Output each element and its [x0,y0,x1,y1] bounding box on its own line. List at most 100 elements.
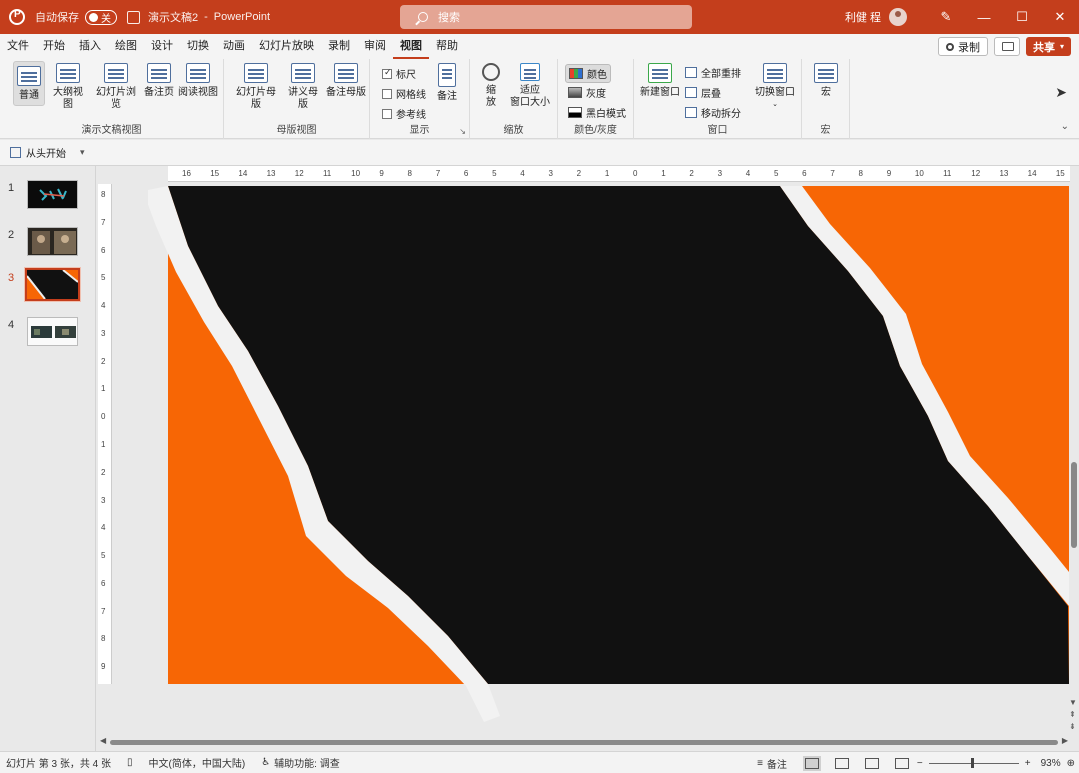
guides-checkbox[interactable]: 参考线 [382,106,426,121]
language-indicator[interactable]: 中文(简体，中国大陆) [149,755,246,770]
tab-record[interactable]: 录制 [321,34,357,59]
record-button[interactable]: 录制 [937,37,988,56]
color-button[interactable]: 颜色 [565,64,611,83]
slide-sorter-label: 幻灯片浏览 [96,87,136,110]
slide-thumbnail-1[interactable] [27,180,78,209]
switch-window-button[interactable]: 切换窗口 ⌄ [754,63,796,111]
dialog-launcher-icon[interactable]: ↘ [459,127,466,136]
thumbnail-item[interactable]: 4 [0,317,96,351]
tab-home[interactable]: 开始 [36,34,72,59]
gridlines-checkbox[interactable]: 网格线 [382,86,426,101]
pen-icon[interactable]: ✎ [927,9,965,25]
scroll-left-icon[interactable]: ◀ [100,736,106,745]
slideshow-status-icon[interactable] [894,757,909,769]
zoom-in-button[interactable]: + [1025,758,1031,769]
cascade-button[interactable]: 层叠 [685,85,721,100]
ruler-tick-label: 7 [101,606,106,616]
notes-page-button[interactable]: 备注页 [143,63,175,99]
slide-sorter-status-icon[interactable] [834,757,849,769]
tab-slideshow[interactable]: 幻灯片放映 [252,34,321,59]
slide-artwork [148,186,1069,722]
reading-view-status-icon[interactable] [864,757,879,769]
grayscale-button[interactable]: 灰度 [568,85,606,100]
tab-view[interactable]: 视图 [393,34,429,59]
outline-view-label: 大纲视图 [53,87,83,110]
tab-transitions[interactable]: 切换 [180,34,216,59]
tab-review[interactable]: 审阅 [357,34,393,59]
next-slide-icon[interactable]: ⇟ [1069,722,1076,731]
move-split-button[interactable]: 移动拆分 [685,105,741,120]
arrange-all-button[interactable]: 全部重排 [685,65,741,80]
slide-thumbnail-3[interactable] [24,267,81,302]
notes-page-label: 备注页 [144,87,174,98]
spell-check-icon[interactable]: ▯ [127,757,133,768]
zoom-button[interactable]: 缩 放 [478,63,504,109]
user-avatar[interactable] [889,8,907,26]
handout-master-button[interactable]: 讲义母版 [284,63,322,111]
prev-slide-icon[interactable]: ⇞ [1069,710,1076,719]
notes-button[interactable]: 备注 [434,63,460,103]
magnifier-icon [482,63,500,81]
fit-to-window-button[interactable]: 适应 窗口大小 [508,63,552,109]
vertical-ruler[interactable]: 8 7 6 5 4 3 2 1 0 1 2 3 4 5 6 7 8 9 [98,184,112,684]
cascade-label: 层叠 [701,89,721,100]
outline-view-button[interactable]: 大纲视图 [49,63,87,111]
tab-help[interactable]: 帮助 [429,34,465,59]
macros-button[interactable]: 宏 [814,63,838,99]
slide-thumbnail-4[interactable] [27,317,78,346]
from-beginning-button[interactable]: 从头开始 [26,145,66,160]
zoom-slider[interactable] [928,757,1019,768]
collapse-ribbon-icon[interactable]: ⌄ [1061,121,1069,132]
thumbnail-item[interactable]: 1 [0,180,96,214]
customize-toolbar-icon[interactable]: ▾ [80,147,85,158]
vertical-scrollbar[interactable]: ▼ ⇞ ⇟ [1068,166,1079,731]
title-separator: - [204,11,208,23]
accessibility-status[interactable]: ♿ 辅助功能: 调查 [261,755,340,770]
tab-draw[interactable]: 绘图 [108,34,144,59]
slide-thumbnail-2[interactable] [27,227,78,256]
checkbox-icon [382,88,392,99]
comments-button[interactable] [993,37,1020,56]
save-icon[interactable] [127,10,140,24]
slide-master-button[interactable]: 幻灯片母版 [232,63,280,111]
tab-insert[interactable]: 插入 [72,34,108,59]
ribbon-tabs: 文件 开始 插入 绘图 设计 切换 动画 幻灯片放映 录制 审阅 视图 帮助 录… [0,34,1079,59]
close-button[interactable]: ✕ [1041,9,1079,25]
notes-toggle[interactable]: ≡ 备注 [757,756,787,771]
tab-animations[interactable]: 动画 [216,34,252,59]
share-button[interactable]: 共享 ▾ [1025,37,1071,56]
new-window-button[interactable]: 新建窗口 [640,63,680,99]
scroll-right-icon[interactable]: ▶ [1062,736,1068,745]
group-title: 宏 [820,125,831,136]
horizontal-scrollbar[interactable]: ◀ ▶ [98,736,1070,748]
autosave-toggle[interactable]: 关 [85,9,117,25]
thumbnail-item[interactable]: 2 [0,227,96,261]
notes-master-button[interactable]: 备注母版 [326,63,366,99]
horizontal-scroll-thumb[interactable] [110,740,1058,745]
group-macros: 宏 宏 [802,59,850,139]
status-bar: 幻灯片 第 3 张，共 4 张 ▯ 中文(简体，中国大陆) ♿ 辅助功能: 调查… [0,751,1079,773]
slide-canvas[interactable] [148,186,1069,722]
slide-sorter-button[interactable]: 幻灯片浏览 [92,63,140,111]
slide-master-label: 幻灯片母版 [236,87,276,110]
minimize-button[interactable]: — [965,10,1003,25]
maximize-button[interactable]: ☐ [1003,9,1041,25]
vertical-scroll-thumb[interactable] [1071,462,1077,548]
tab-design[interactable]: 设计 [144,34,180,59]
handout-master-label: 讲义母版 [288,87,318,110]
zoom-slider-knob[interactable] [970,757,974,768]
ruler-checkbox[interactable]: 标尺 [382,66,416,81]
thumbnail-item[interactable]: 3 [0,267,96,304]
reading-view-button[interactable]: 阅读视图 [178,63,218,99]
group-presentation-views: 普通 大纲视图 幻灯片浏览 备注页 阅读视图 演示文稿视图 [0,59,224,139]
arrange-all-label: 全部重排 [701,69,741,80]
normal-view-status-icon[interactable] [802,755,821,771]
black-white-button[interactable]: 黑白模式 [568,105,626,120]
search-box[interactable]: 搜索 [400,5,692,29]
normal-view-button[interactable]: 普通 [13,61,45,106]
fit-slide-icon[interactable]: ⊕ [1067,758,1075,769]
tab-file[interactable]: 文件 [0,34,36,59]
zoom-level[interactable]: 93% [1041,758,1061,769]
zoom-out-button[interactable]: − [917,758,923,769]
scroll-down-icon[interactable]: ▼ [1069,698,1077,707]
